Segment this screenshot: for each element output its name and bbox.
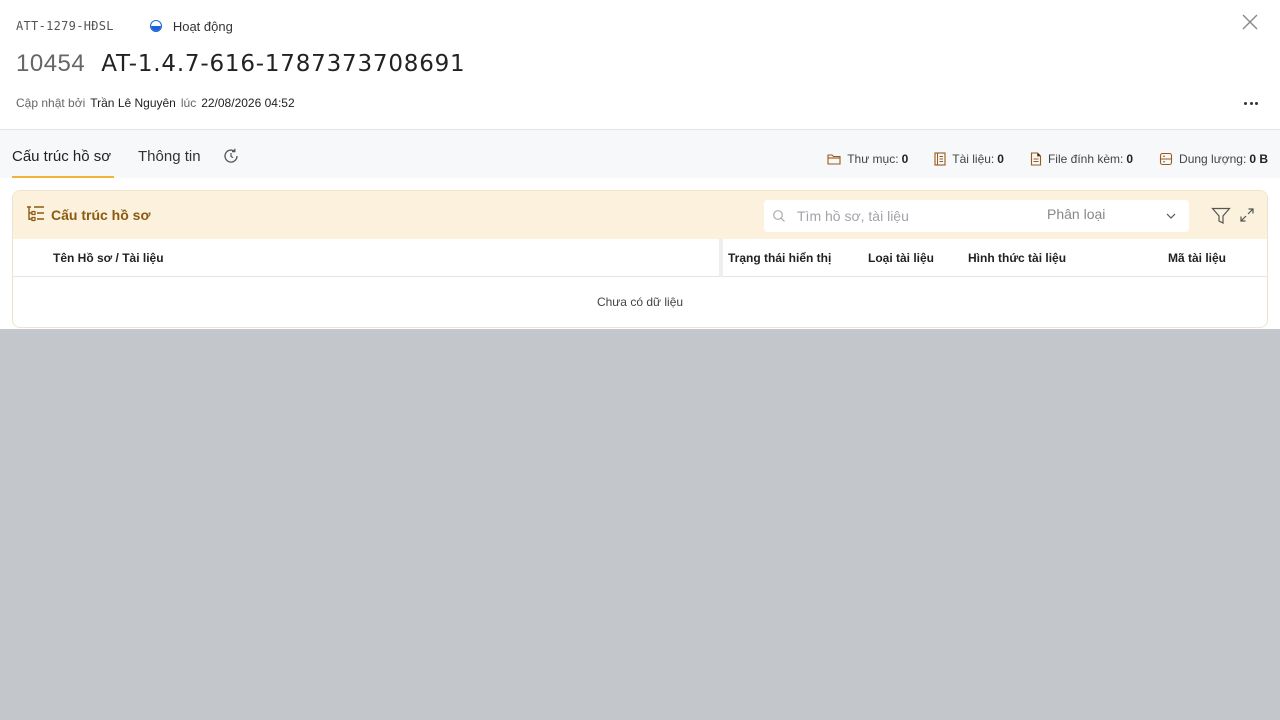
stat-folders: Thư mục: 0 — [827, 152, 908, 166]
active-tab-indicator — [12, 176, 114, 178]
close-icon[interactable] — [1240, 12, 1260, 32]
panel-header: ATT-1279-HĐSL Hoạt động 10454 AT-1.4.7-6… — [0, 0, 1280, 130]
column-resize-handle[interactable] — [719, 239, 723, 277]
table-header: Tên Hồ sơ / Tài liệu Trạng thái hiển thị… — [13, 239, 1267, 277]
expand-icon[interactable] — [1239, 207, 1255, 223]
stat-attachments: File đính kèm: 0 — [1030, 152, 1133, 166]
document-list-icon — [934, 152, 946, 166]
detail-panel: ATT-1279-HĐSL Hoạt động 10454 AT-1.4.7-6… — [0, 0, 1280, 329]
page-title: 10454 AT-1.4.7-616-1787373708691 — [16, 50, 466, 78]
folder-icon — [827, 154, 841, 165]
storage-icon — [1159, 152, 1173, 166]
column-header-name[interactable]: Tên Hồ sơ / Tài liệu — [53, 251, 164, 265]
stat-documents-label: Tài liệu: — [952, 152, 995, 166]
status-half-circle-icon — [149, 20, 162, 32]
classify-select[interactable]: Phân loại — [1047, 206, 1183, 226]
more-options-icon[interactable] — [1244, 96, 1258, 110]
stat-folders-label: Thư mục: — [847, 152, 899, 166]
record-code: ATT-1279-HĐSL — [16, 19, 114, 33]
stat-documents-value: 0 — [997, 152, 1004, 166]
file-attachment-icon — [1030, 152, 1042, 166]
refresh-icon[interactable] — [222, 147, 240, 165]
status-text: Hoạt động — [172, 18, 233, 34]
stat-folders-value: 0 — [901, 152, 909, 166]
stats-bar: Thư mục: 0 Tài liệu: 0 File đính kèm: 0 — [801, 140, 1268, 178]
stat-attachments-label: File đính kèm: — [1047, 152, 1124, 166]
stat-storage-value: 0 B — [1249, 152, 1268, 166]
updated-by-label: Cập nhật bởi — [16, 96, 86, 110]
structure-card-header: Cấu trúc hồ sơ Phân loại — [13, 191, 1267, 239]
status-indicator: Hoạt động — [149, 18, 233, 34]
document-name: AT-1.4.7-616-1787373708691 — [101, 51, 466, 77]
search-input[interactable] — [797, 206, 1037, 226]
at-label: lúc — [180, 96, 197, 110]
stat-storage: Dung lượng: 0 B — [1159, 152, 1268, 166]
tab-structure[interactable]: Cấu trúc hồ sơ — [12, 148, 111, 165]
search-icon — [773, 210, 785, 222]
search-box: Phân loại — [764, 200, 1189, 232]
document-number: 10454 — [16, 50, 86, 77]
updated-at: 22/08/2026 04:52 — [201, 96, 295, 110]
stat-attachments-value: 0 — [1126, 152, 1134, 166]
tab-info[interactable]: Thông tin — [138, 148, 201, 165]
structure-card: Cấu trúc hồ sơ Phân loại — [12, 190, 1268, 328]
updated-by-user: Trần Lê Nguyên — [90, 96, 176, 110]
column-header-display-status[interactable]: Trạng thái hiển thị — [728, 251, 831, 265]
update-meta: Cập nhật bởi Trần Lê Nguyên lúc 22/08/20… — [16, 96, 300, 110]
column-header-document-code[interactable]: Mã tài liệu — [1168, 251, 1226, 265]
structure-card-title: Cấu trúc hồ sơ — [51, 207, 151, 223]
chevron-down-icon — [1166, 213, 1176, 219]
stat-storage-label: Dung lượng: — [1179, 152, 1247, 166]
empty-state-text: Chưa có dữ liệu — [596, 295, 684, 309]
column-header-document-type[interactable]: Loại tài liệu — [868, 251, 934, 265]
stat-documents: Tài liệu: 0 — [934, 152, 1004, 166]
header-top-row: ATT-1279-HĐSL Hoạt động — [16, 17, 233, 35]
classify-placeholder: Phân loại — [1047, 206, 1106, 222]
column-header-document-form[interactable]: Hình thức tài liệu — [968, 251, 1066, 265]
filter-icon[interactable] — [1211, 207, 1231, 225]
tree-list-icon — [27, 206, 44, 222]
